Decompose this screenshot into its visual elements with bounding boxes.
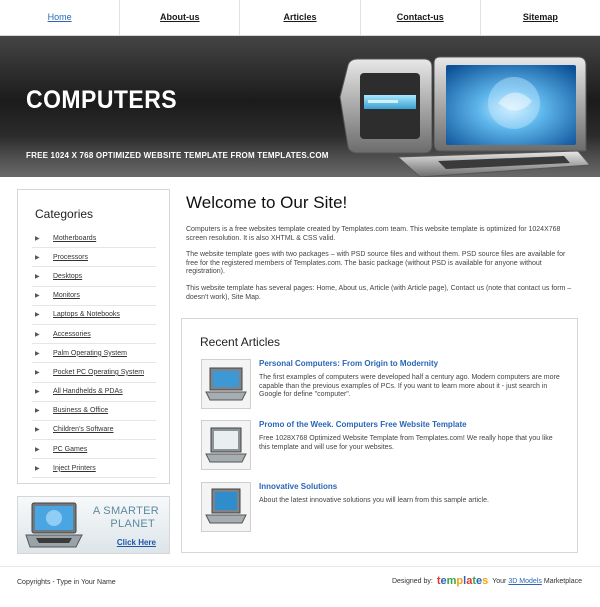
category-item-laptops-notebooks[interactable]: ▶ Laptops & Notebooks xyxy=(32,306,156,325)
arrow-right-icon: ▶ xyxy=(35,235,40,242)
smarter-planet-ad[interactable]: A SMARTER PLANET Click Here xyxy=(17,496,170,554)
category-label: PC Games xyxy=(53,445,88,453)
category-label: Processors xyxy=(53,253,89,261)
article-summary: The first examples of computers were dev… xyxy=(259,374,560,399)
copyright-text: Copyrights - Type in Your Name xyxy=(17,579,116,586)
nav-contact-us-link[interactable]: Contact-us xyxy=(361,0,481,35)
arrow-right-icon: ▶ xyxy=(35,331,40,338)
categories-list: ▶ Motherboards ▶ Processors ▶ Desktops ▶ Mon… xyxy=(32,229,156,479)
arrow-right-icon: ▶ xyxy=(35,350,40,357)
category-item-handhelds-pdas[interactable]: ▶ All Handhelds & PDAs xyxy=(32,383,156,402)
laptop-ad-image xyxy=(25,502,83,548)
article-title-link[interactable]: Innovative Solutions xyxy=(259,482,337,491)
category-item-pocket-pc-os[interactable]: ▶ Pocket PC Operating System xyxy=(32,363,156,383)
arrow-right-icon: ▶ xyxy=(35,389,40,396)
intro-paragraph-2: The website template goes with two packa… xyxy=(186,251,566,276)
main-content: Welcome to Our Site! Computers is a free… xyxy=(186,193,578,301)
recent-articles-heading: Recent Articles xyxy=(200,335,281,349)
nav-sitemap-link[interactable]: Sitemap xyxy=(481,0,600,35)
category-label: Laptops & Notebooks xyxy=(53,311,120,319)
site-subtitle: FREE 1024 X 768 OPTIMIZED WEBSITE TEMPLA… xyxy=(26,151,329,160)
article-summary: Free 1028X768 Optimized Website Template… xyxy=(259,435,553,451)
article-title-link[interactable]: Promo of the Week. Computers Free Websit… xyxy=(259,420,467,429)
arrow-right-icon: ▶ xyxy=(35,408,40,415)
intro-paragraph-3: This website template has several pages:… xyxy=(186,285,572,301)
arrow-right-icon: ▶ xyxy=(35,465,40,472)
category-label: Accessories xyxy=(53,330,91,338)
category-label: All Handhelds & PDAs xyxy=(53,388,123,396)
arrow-right-icon: ▶ xyxy=(35,369,40,376)
footer-marketplace-text: Marketplace xyxy=(543,577,582,585)
category-item-childrens-software[interactable]: ▶ Children's Software xyxy=(32,421,156,441)
laptop-hero-image xyxy=(339,56,590,177)
nav-articles-link[interactable]: Articles xyxy=(240,0,361,35)
nav-about-us-link[interactable]: About-us xyxy=(120,0,241,35)
designed-by: Designed by: templates Your 3D Models Ma… xyxy=(392,575,582,587)
category-label: Desktops xyxy=(53,272,83,280)
article-item: Personal Computers: From Origin to Moder… xyxy=(201,359,561,411)
category-label: Monitors xyxy=(53,292,80,300)
article-item: Promo of the Week. Computers Free Websit… xyxy=(201,420,561,472)
category-item-motherboards[interactable]: ▶ Motherboards xyxy=(32,229,156,249)
templates-logo[interactable]: templates xyxy=(437,575,488,587)
category-item-monitors[interactable]: ▶ Monitors xyxy=(32,287,156,306)
arrow-right-icon: ▶ xyxy=(35,293,40,300)
category-label: Inject Printers xyxy=(53,464,96,472)
page-title: Welcome to Our Site! xyxy=(186,193,348,212)
arrow-right-icon: ▶ xyxy=(35,273,40,280)
category-label: Palm Operating System xyxy=(53,349,127,357)
article-thumbnail[interactable] xyxy=(201,420,251,470)
categories-heading: Categories xyxy=(35,207,94,221)
footer-your-text: Your xyxy=(492,577,507,585)
nav-home-link[interactable]: Home xyxy=(0,0,121,35)
computer-icon xyxy=(205,427,247,463)
article-thumbnail[interactable] xyxy=(201,482,251,532)
ad-headline-line2: PLANET xyxy=(110,518,155,530)
category-item-palm-os[interactable]: ▶ Palm Operating System xyxy=(32,344,156,364)
recent-articles-panel: Recent Articles Personal Computers: From… xyxy=(181,318,578,553)
arrow-right-icon: ▶ xyxy=(35,254,40,261)
category-item-pc-games[interactable]: ▶ PC Games xyxy=(32,440,156,460)
site-title: COMPUTERS xyxy=(26,86,178,114)
article-thumbnail[interactable] xyxy=(201,359,251,409)
category-item-accessories[interactable]: ▶ Accessories xyxy=(32,325,156,345)
3d-models-link[interactable]: 3D Models xyxy=(508,578,541,585)
categories-sidebar: Categories ▶ Motherboards ▶ Processors ▶ De… xyxy=(17,189,170,484)
arrow-right-icon: ▶ xyxy=(35,312,40,319)
arrow-right-icon: ▶ xyxy=(35,427,40,434)
header-banner: COMPUTERS FREE 1024 X 768 OPTIMIZED WEBS… xyxy=(0,36,600,177)
article-item: Innovative Solutions About the latest in… xyxy=(201,482,561,534)
category-item-desktops[interactable]: ▶ Desktops xyxy=(32,267,156,287)
category-label: Pocket PC Operating System xyxy=(53,368,145,376)
category-item-business-office[interactable]: ▶ Business & Office xyxy=(32,402,156,421)
category-item-processors[interactable]: ▶ Processors xyxy=(32,248,156,268)
category-label: Children's Software xyxy=(53,426,114,434)
article-summary: About the latest innovative solutions yo… xyxy=(259,497,489,504)
footer: Copyrights - Type in Your Name Designed … xyxy=(0,566,600,607)
ad-click-here-link[interactable]: Click Here xyxy=(117,538,156,547)
top-navigation: Home About-us Articles Contact-us Sitema… xyxy=(0,0,600,36)
category-label: Motherboards xyxy=(53,234,97,242)
category-label: Business & Office xyxy=(53,407,109,415)
computer-icon xyxy=(205,488,247,524)
article-title-link[interactable]: Personal Computers: From Origin to Moder… xyxy=(259,359,438,368)
designed-by-label: Designed by: xyxy=(391,577,433,585)
computer-icon xyxy=(205,367,247,401)
intro-paragraph-1: Computers is a free websites template cr… xyxy=(186,226,561,242)
ad-headline-line1: A SMARTER xyxy=(92,505,159,517)
category-item-inject-printers[interactable]: ▶ Inject Printers xyxy=(32,459,156,479)
arrow-right-icon: ▶ xyxy=(35,446,40,453)
